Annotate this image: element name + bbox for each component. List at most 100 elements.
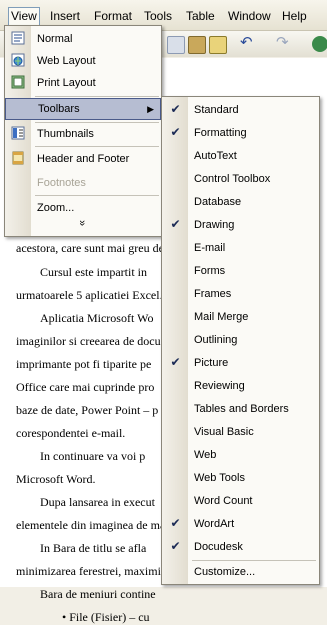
menu-window[interactable]: Window bbox=[228, 9, 271, 23]
view-menu: Normal Web Layout Print Layout Toolbars … bbox=[4, 25, 162, 237]
thumbnails-icon bbox=[11, 126, 25, 140]
view-menu-web-layout[interactable]: Web Layout bbox=[5, 50, 161, 72]
doc-line: imaginilor si creearea de docu bbox=[16, 334, 161, 348]
toolbar-option-label: Control Toolbox bbox=[194, 173, 271, 185]
menu-separator bbox=[35, 146, 159, 147]
toolbar-option-formatting[interactable]: ✔ Formatting bbox=[162, 122, 319, 145]
toolbar-option-label: Drawing bbox=[194, 219, 235, 231]
print-layout-icon bbox=[11, 75, 25, 89]
toolbar-option-visual-basic[interactable]: Visual Basic bbox=[162, 421, 319, 444]
toolbar-option-mail-merge[interactable]: Mail Merge bbox=[162, 306, 319, 329]
checkmark-icon: ✔ bbox=[170, 217, 181, 231]
view-menu-header-footer[interactable]: Header and Footer bbox=[5, 148, 161, 170]
menu-help[interactable]: Help bbox=[282, 9, 307, 23]
normal-view-icon bbox=[11, 31, 25, 45]
toolbar-option-wordart[interactable]: ✔ WordArt bbox=[162, 513, 319, 536]
toolbar-option-word-count[interactable]: Word Count bbox=[162, 490, 319, 513]
toolbar-option-label: Web Tools bbox=[194, 472, 245, 484]
toolbar-option-reviewing[interactable]: Reviewing bbox=[162, 375, 319, 398]
toolbar-option-label: Reviewing bbox=[194, 380, 245, 392]
toolbar-option-drawing[interactable]: ✔ Drawing bbox=[162, 214, 319, 237]
view-menu-label: Toolbars bbox=[38, 103, 80, 115]
view-menu-label: Zoom... bbox=[37, 202, 75, 214]
view-menu-thumbnails[interactable]: Thumbnails bbox=[5, 123, 161, 145]
toolbar-option-label: Visual Basic bbox=[194, 426, 254, 438]
toolbar-option-autotext[interactable]: AutoText bbox=[162, 145, 319, 168]
menu-view[interactable]: View bbox=[8, 7, 40, 27]
copy-icon[interactable] bbox=[167, 36, 185, 54]
toolbar-option-customize[interactable]: Customize... bbox=[162, 561, 319, 584]
toolbar-option-e-mail[interactable]: E-mail bbox=[162, 237, 319, 260]
toolbar-option-label: Formatting bbox=[194, 127, 247, 139]
toolbar-option-frames[interactable]: Frames bbox=[162, 283, 319, 306]
toolbar-option-label: Outlining bbox=[194, 334, 238, 346]
toolbar-option-label: Word Count bbox=[194, 495, 253, 507]
toolbars-submenu: ✔ Standard ✔ Formatting AutoText Control Tool… bbox=[161, 96, 320, 585]
hyperlink-icon[interactable] bbox=[312, 36, 327, 52]
toolbar-option-web[interactable]: Web bbox=[162, 444, 319, 467]
toolbar-option-picture[interactable]: ✔ Picture bbox=[162, 352, 319, 375]
checkmark-icon: ✔ bbox=[170, 355, 181, 369]
doc-line: urmatoarele 5 aplicatiei Excel. bbox=[16, 288, 163, 302]
toolbar-option-label: Tables and Borders bbox=[194, 403, 289, 415]
doc-line: Dupa lansarea in execut bbox=[40, 495, 155, 509]
toolbar-option-forms[interactable]: Forms bbox=[162, 260, 319, 283]
toolbar-option-label: Picture bbox=[194, 357, 229, 369]
toolbar-option-label: Database bbox=[194, 196, 242, 208]
view-menu-toolbars[interactable]: Toolbars ▶ bbox=[5, 98, 161, 120]
toolbar-option-label: Forms bbox=[194, 265, 226, 277]
checkmark-icon: ✔ bbox=[170, 539, 181, 553]
doc-line: Bara de meniuri contine bbox=[40, 587, 156, 601]
toolbar-option-label: WordArt bbox=[194, 518, 235, 530]
toolbar-option-database[interactable]: Database bbox=[162, 191, 319, 214]
checkmark-icon: ✔ bbox=[170, 516, 181, 530]
view-menu-label: Footnotes bbox=[37, 177, 86, 189]
doc-line: Cursul este impartit in bbox=[40, 265, 147, 279]
doc-line: Office care mai cuprinde pro bbox=[16, 380, 155, 394]
menu-separator bbox=[192, 560, 316, 561]
toolbar-option-label: Frames bbox=[194, 288, 232, 300]
header-footer-icon bbox=[11, 151, 25, 165]
toolbar-option-docudesk[interactable]: ✔ Docudesk bbox=[162, 536, 319, 559]
doc-line: • File (Fisier) – cu bbox=[62, 610, 150, 624]
submenu-arrow-icon: ▶ bbox=[147, 104, 154, 114]
toolbar-option-standard[interactable]: ✔ Standard bbox=[162, 99, 319, 122]
view-menu-label: Normal bbox=[37, 33, 73, 45]
view-menu-expand[interactable]: » bbox=[5, 216, 161, 234]
menu-tools[interactable]: Tools bbox=[144, 9, 172, 23]
menu-separator bbox=[35, 96, 159, 97]
redo-icon[interactable]: ↷ bbox=[276, 35, 292, 52]
toolbar-option-label: Mail Merge bbox=[194, 311, 249, 323]
doc-line: Aplicatia Microsoft Wo bbox=[40, 311, 154, 325]
toolbar-option-label: Customize... bbox=[194, 566, 256, 578]
menu-insert[interactable]: Insert bbox=[50, 9, 80, 23]
menu-table[interactable]: Table bbox=[186, 9, 215, 23]
toolbar-option-control-toolbox[interactable]: Control Toolbox bbox=[162, 168, 319, 191]
view-menu-label: Web Layout bbox=[37, 55, 96, 67]
format-painter-icon[interactable] bbox=[209, 36, 227, 54]
doc-line: acestora, care sunt mai greu de bbox=[16, 241, 164, 255]
toolbar-option-label: Web bbox=[194, 449, 217, 461]
toolbar-option-label: AutoText bbox=[194, 150, 237, 162]
doc-line: corespondentei e-mail. bbox=[16, 426, 126, 440]
doc-line: In continuare va voi p bbox=[40, 449, 146, 463]
toolbar-option-web-tools[interactable]: Web Tools bbox=[162, 467, 319, 490]
toolbar-option-outlining[interactable]: Outlining bbox=[162, 329, 319, 352]
view-menu-label: Header and Footer bbox=[37, 153, 130, 165]
doc-line: imprimante pot fi tiparite pe bbox=[16, 357, 152, 371]
menu-format[interactable]: Format bbox=[94, 9, 132, 23]
paste-icon[interactable] bbox=[188, 36, 206, 54]
toolbar-option-label: Standard bbox=[194, 104, 239, 116]
checkmark-icon: ✔ bbox=[170, 125, 181, 139]
undo-icon[interactable]: ↶ bbox=[240, 35, 256, 52]
toolbar-option-label: Docudesk bbox=[194, 541, 243, 553]
view-menu-label: Thumbnails bbox=[37, 128, 94, 140]
menu-separator bbox=[35, 195, 159, 196]
doc-line: Microsoft Word. bbox=[16, 472, 96, 486]
toolbar-option-tables-and-borders[interactable]: Tables and Borders bbox=[162, 398, 319, 421]
view-menu-print-layout[interactable]: Print Layout bbox=[5, 72, 161, 94]
view-menu-normal[interactable]: Normal bbox=[5, 28, 161, 50]
checkmark-icon: ✔ bbox=[170, 102, 181, 116]
doc-line: elementele din imaginea de ma bbox=[16, 518, 166, 532]
doc-line: baze de date, Power Point – p bbox=[16, 403, 159, 417]
